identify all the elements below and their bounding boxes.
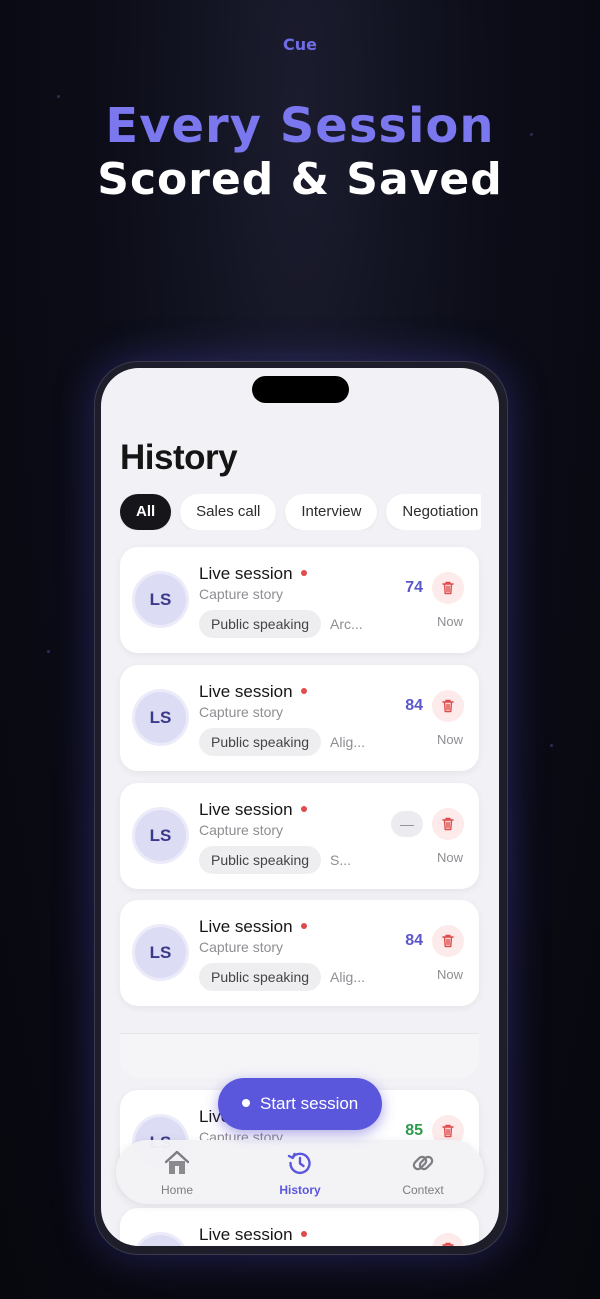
- live-dot-icon: [300, 688, 307, 694]
- session-tag: Public speaking: [199, 610, 322, 638]
- avatar: LS: [135, 1235, 186, 1246]
- start-session-label: Start session: [260, 1094, 359, 1113]
- filter-chip-interview[interactable]: Interview: [285, 494, 378, 530]
- session-time: Now: [436, 614, 463, 629]
- session-score: 85: [405, 1122, 423, 1139]
- session-subtitle: Capture story: [199, 939, 284, 955]
- session-tag: Public speaking: [199, 728, 322, 756]
- star-decoration: [550, 744, 553, 747]
- tab-context-label: Context: [402, 1183, 444, 1197]
- session-score: 84: [405, 932, 423, 949]
- tab-context[interactable]: Context: [378, 1150, 468, 1197]
- tab-bar: Home History Context: [116, 1140, 484, 1204]
- history-icon: [287, 1152, 311, 1175]
- delete-button[interactable]: [432, 925, 464, 957]
- filter-chip-all[interactable]: All: [120, 494, 172, 530]
- tab-history-label: History: [279, 1183, 321, 1197]
- session-title: Live session: [199, 1225, 307, 1245]
- session-score: 74: [405, 579, 423, 596]
- session-card[interactable]: LS Live session: [120, 1208, 479, 1246]
- session-title: Live session: [199, 917, 307, 937]
- session-time: Now: [436, 732, 463, 747]
- avatar: LS: [135, 927, 186, 978]
- trash-icon: [442, 1242, 454, 1246]
- avatar: LS: [135, 692, 186, 743]
- page-title: History: [120, 438, 238, 477]
- home-icon: [164, 1150, 190, 1174]
- session-extra: Alig...: [330, 969, 366, 985]
- session-card[interactable]: LS Live session Capture story Public spe…: [120, 900, 479, 1006]
- brand-name: Cue: [283, 35, 317, 54]
- delete-button[interactable]: [432, 1233, 464, 1246]
- session-subtitle: Capture story: [199, 822, 284, 838]
- delete-button[interactable]: [432, 690, 464, 722]
- filter-chip-sales-call[interactable]: Sales call: [180, 494, 277, 530]
- headline-line-2: Scored & Saved: [97, 154, 503, 205]
- session-tag: Public speaking: [199, 846, 322, 874]
- trash-icon: [442, 699, 454, 713]
- session-extra: Arc...: [330, 616, 363, 632]
- delete-button[interactable]: [432, 808, 464, 840]
- start-session-button[interactable]: Start session: [218, 1078, 382, 1130]
- live-dot-icon: [300, 923, 307, 929]
- headline-line-1: Every Session: [105, 98, 495, 154]
- record-dot-icon: [242, 1099, 250, 1107]
- session-extra: S...: [330, 852, 352, 868]
- trash-icon: [442, 1124, 454, 1138]
- filter-chips: All Sales call Interview Negotiation: [120, 494, 481, 530]
- session-title: Live session: [199, 800, 307, 820]
- delete-button[interactable]: [432, 572, 464, 604]
- session-card[interactable]: LS Live session Capture story Public spe…: [120, 547, 479, 653]
- dynamic-island: [252, 376, 349, 403]
- live-dot-icon: [300, 806, 307, 812]
- session-title: Live session: [199, 564, 307, 584]
- tab-history[interactable]: History: [255, 1150, 345, 1197]
- session-card[interactable]: LS Live session Capture story Public spe…: [120, 665, 479, 771]
- tab-home-label: Home: [160, 1183, 193, 1197]
- session-subtitle: Capture story: [199, 586, 284, 602]
- live-dot-icon: [300, 1231, 307, 1237]
- list-separator: [120, 1033, 479, 1078]
- session-extra: Alig...: [330, 734, 366, 750]
- filter-chip-negotiation[interactable]: Negotiation: [386, 494, 481, 530]
- session-tag: Public speaking: [199, 963, 322, 991]
- star-decoration: [47, 650, 50, 653]
- avatar: LS: [135, 810, 186, 861]
- score-pending-badge: —: [391, 811, 423, 837]
- trash-icon: [442, 934, 454, 948]
- session-time: Now: [436, 850, 463, 865]
- session-card[interactable]: LS Live session Capture story Public spe…: [120, 783, 479, 889]
- tab-home[interactable]: Home: [132, 1150, 222, 1197]
- avatar: LS: [135, 574, 186, 625]
- trash-icon: [442, 817, 454, 831]
- session-score: 84: [405, 697, 423, 714]
- session-subtitle: Capture story: [199, 704, 284, 720]
- link-icon: [412, 1155, 434, 1171]
- session-title: Live session: [199, 682, 307, 702]
- phone-screen: History All Sales call Interview Negotiatio…: [101, 368, 499, 1246]
- session-time: Now: [436, 967, 463, 982]
- trash-icon: [442, 581, 454, 595]
- live-dot-icon: [300, 570, 307, 576]
